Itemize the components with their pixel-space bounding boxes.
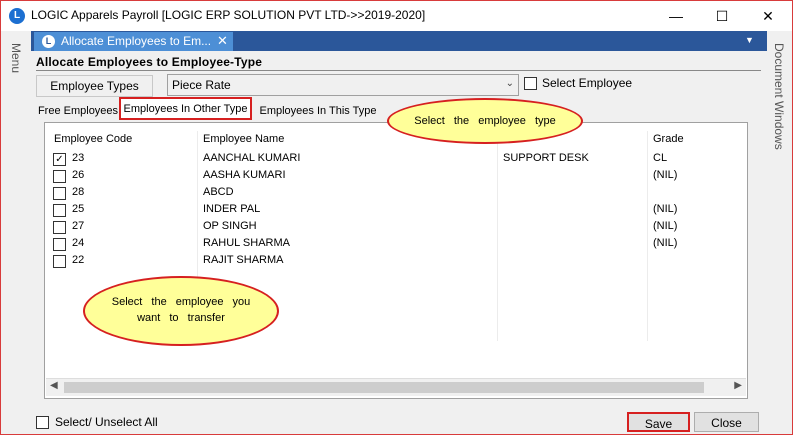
chevron-down-icon[interactable]: ⌄ xyxy=(506,78,514,89)
close-tab-icon[interactable]: ✕ xyxy=(217,33,228,49)
row-checkbox[interactable] xyxy=(53,204,66,217)
tab-free-employees[interactable]: Free Employees xyxy=(37,102,119,120)
header-grade[interactable]: Grade xyxy=(653,133,684,145)
cell-employee-name: RAHUL SHARMA xyxy=(203,237,290,249)
row-checkbox[interactable] xyxy=(53,170,66,183)
table-row[interactable]: 26 AASHA KUMARI (NIL) xyxy=(45,167,745,184)
table-row[interactable]: ✓ 23 AANCHAL KUMARI SUPPORT DESK CL xyxy=(45,150,745,167)
scroll-right-icon[interactable]: ▶ xyxy=(734,380,742,391)
cell-employee-name: RAJIT SHARMA xyxy=(203,254,284,266)
horizontal-scrollbar[interactable]: ◀ ▶ xyxy=(46,378,746,396)
close-button[interactable]: Close xyxy=(694,412,759,432)
row-checkbox[interactable] xyxy=(53,238,66,251)
close-window-button[interactable]: ✕ xyxy=(745,1,791,31)
document-tab-strip: L Allocate Employees to Em... ✕ ▼ xyxy=(31,31,767,51)
title-bar: L LOGIC Apparels Payroll [LOGIC ERP SOLU… xyxy=(1,1,792,31)
employee-type-value: Piece Rate xyxy=(172,78,231,92)
tab-employees-in-other-type[interactable]: Employees In Other Type xyxy=(119,97,252,120)
title-divider xyxy=(36,70,761,71)
header-employee-name[interactable]: Employee Name xyxy=(203,133,284,145)
table-row[interactable]: 27 OP SINGH (NIL) xyxy=(45,218,745,235)
header-employee-code[interactable]: Employee Code xyxy=(54,133,132,145)
menu-label[interactable]: Menu xyxy=(9,43,23,73)
cell-employee-name: INDER PAL xyxy=(203,203,261,215)
save-button[interactable]: Save xyxy=(627,412,690,432)
row-checkbox[interactable] xyxy=(53,255,66,268)
cell-employee-name: AASHA KUMARI xyxy=(203,169,286,181)
cell-employee-code: 25 xyxy=(72,203,85,215)
cell-department: SUPPORT DESK xyxy=(503,152,589,164)
cell-employee-code: 22 xyxy=(72,254,85,266)
cell-grade: (NIL) xyxy=(653,169,678,181)
menu-strip[interactable]: Menu xyxy=(1,31,31,434)
cell-employee-code: 27 xyxy=(72,220,85,232)
form-content: Allocate Employees to Employee-Type Empl… xyxy=(31,51,767,434)
cell-employee-name: OP SINGH xyxy=(203,220,257,232)
employee-types-label: Employee Types xyxy=(36,75,153,97)
table-row[interactable]: 25 INDER PAL (NIL) xyxy=(45,201,745,218)
scroll-thumb[interactable] xyxy=(64,382,704,393)
cell-employee-code: 28 xyxy=(72,186,85,198)
form-title: Allocate Employees to Employee-Type xyxy=(36,55,263,69)
document-windows-label[interactable]: Document Windows xyxy=(772,43,786,150)
cell-grade: (NIL) xyxy=(653,203,678,215)
employee-type-combo[interactable]: Piece Rate ⌄ xyxy=(167,74,519,96)
cell-employee-code: 24 xyxy=(72,237,85,249)
employee-grid: Employee Code Employee Name Grade ✓ 23 AAN… xyxy=(44,122,748,399)
cell-employee-name: ABCD xyxy=(203,186,234,198)
table-row[interactable]: 24 RAHUL SHARMA (NIL) xyxy=(45,235,745,252)
select-employee-checkbox[interactable] xyxy=(524,77,537,90)
tab-list-dropdown-icon[interactable]: ▼ xyxy=(745,35,754,45)
document-windows-strip[interactable]: Document Windows xyxy=(767,31,792,434)
select-all-label: Select/ Unselect All xyxy=(55,415,158,429)
maximize-button[interactable]: ☐ xyxy=(699,1,745,31)
select-employee-label: Select Employee xyxy=(542,76,633,90)
cell-employee-code: 26 xyxy=(72,169,85,181)
cell-employee-name: AANCHAL KUMARI xyxy=(203,152,301,164)
tab-label: Allocate Employees to Em... xyxy=(61,34,212,48)
app-logo-icon: L xyxy=(9,8,25,24)
cell-grade: (NIL) xyxy=(653,220,678,232)
row-checkbox[interactable] xyxy=(53,221,66,234)
scroll-left-icon[interactable]: ◀ xyxy=(50,380,58,391)
minimize-button[interactable]: — xyxy=(653,1,699,31)
select-all-checkbox[interactable] xyxy=(36,416,49,429)
window-title: LOGIC Apparels Payroll [LOGIC ERP SOLUTI… xyxy=(31,8,426,22)
app-tab-icon: L xyxy=(42,35,55,48)
callout-select-employee: Select the employee you want to transfer xyxy=(83,276,279,346)
callout-select-employee-type: Select the employee type xyxy=(387,98,583,144)
row-checkbox[interactable]: ✓ xyxy=(53,153,66,166)
cell-grade: CL xyxy=(653,152,668,164)
app-window: L LOGIC Apparels Payroll [LOGIC ERP SOLU… xyxy=(0,0,793,435)
tab-employees-in-this-type[interactable]: Employees In This Type xyxy=(256,102,380,120)
tab-allocate-employees[interactable]: L Allocate Employees to Em... ✕ xyxy=(34,32,233,51)
table-row[interactable]: 22 RAJIT SHARMA xyxy=(45,252,745,269)
cell-employee-code: 23 xyxy=(72,152,85,164)
table-row[interactable]: 28 ABCD xyxy=(45,184,745,201)
row-checkbox[interactable] xyxy=(53,187,66,200)
cell-grade: (NIL) xyxy=(653,237,678,249)
